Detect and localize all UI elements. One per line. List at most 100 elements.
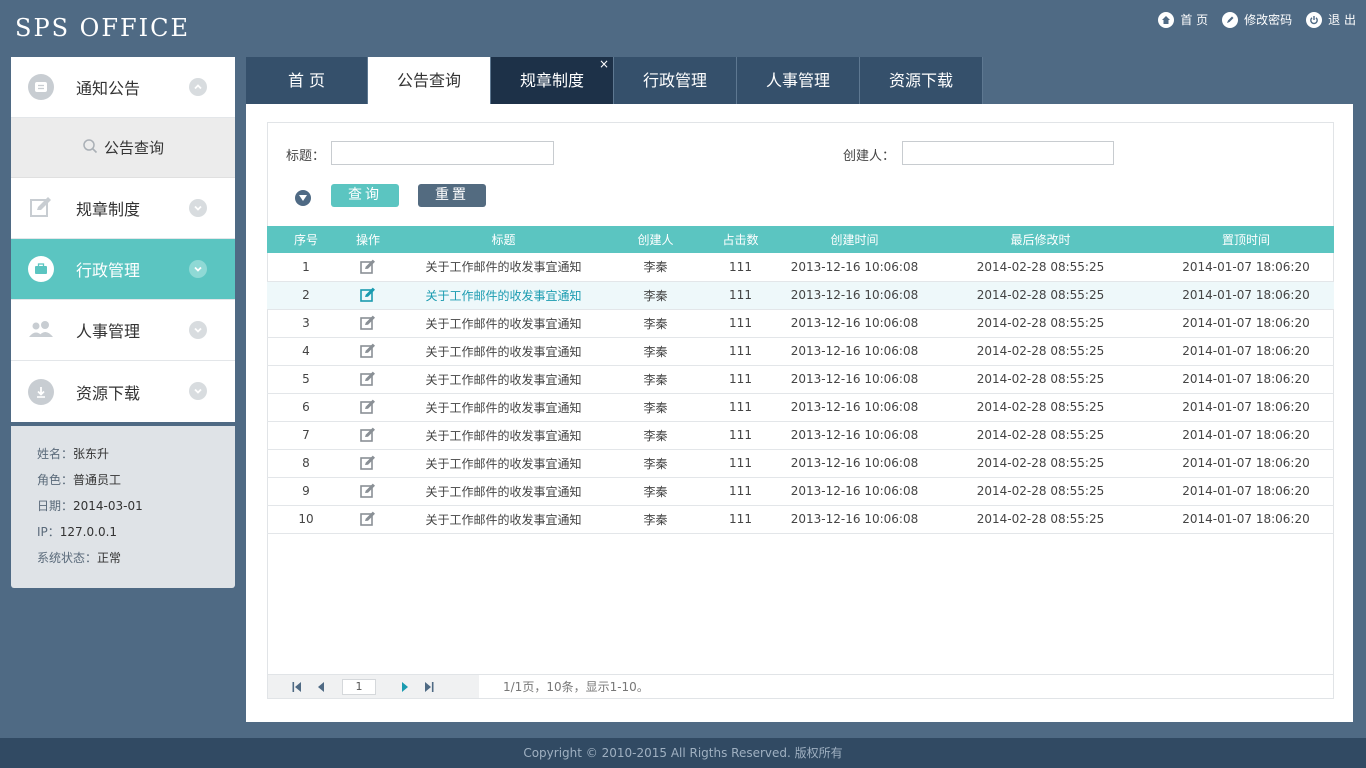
tab-downloads[interactable]: 资源下载 [860, 57, 983, 104]
cell-clicks: 111 [695, 281, 786, 310]
table-row[interactable]: 4 关于工作邮件的收发事宜通知 李秦 111 2013-12-16 10:06:08 20… [267, 337, 1334, 366]
table-row[interactable]: 10 关于工作邮件的收发事宜通知 李秦 111 2013-12-16 10:06:08 2… [267, 505, 1334, 534]
cell-created-time: 2013-12-16 10:06:08 [786, 365, 923, 394]
creator-label: 创建人： [843, 149, 896, 164]
home-icon [1158, 11, 1175, 28]
notice-table: 序号 操作 标题 创建人 占击数 创建时间 最后修改时 置顶时间 1 关于工作邮件… [267, 226, 1334, 534]
user-name: 姓名：张东升 [37, 447, 110, 461]
prev-page-icon[interactable] [314, 680, 328, 694]
cell-clicks: 111 [695, 505, 786, 534]
sidebar-subitem-notice-search[interactable]: 公告查询 [11, 118, 235, 178]
chevron-down-icon[interactable] [189, 260, 207, 278]
edit-icon[interactable] [360, 455, 376, 471]
table-row[interactable]: 8 关于工作邮件的收发事宜通知 李秦 111 2013-12-16 10:06:08 20… [267, 449, 1334, 478]
chevron-down-icon[interactable] [189, 321, 207, 339]
cell-title[interactable]: 关于工作邮件的收发事宜通知 [391, 421, 616, 450]
column-header[interactable]: 置顶时间 [1158, 226, 1334, 253]
edit-icon[interactable] [360, 399, 376, 415]
edit-icon[interactable] [360, 427, 376, 443]
table-row[interactable]: 2 关于工作邮件的收发事宜通知 李秦 111 2013-12-16 10:06:08 20… [267, 281, 1334, 310]
cell-title[interactable]: 关于工作邮件的收发事宜通知 [391, 309, 616, 338]
cell-title[interactable]: 关于工作邮件的收发事宜通知 [391, 449, 616, 478]
query-button[interactable]: 查询 [331, 184, 399, 207]
edit-icon[interactable] [360, 371, 376, 387]
tab-home[interactable]: 首 页 [246, 57, 368, 104]
edit-icon[interactable] [360, 315, 376, 331]
cell-title[interactable]: 关于工作邮件的收发事宜通知 [391, 365, 616, 394]
cell-title[interactable]: 关于工作邮件的收发事宜通知 [391, 253, 616, 282]
cell-creator: 李秦 [616, 253, 695, 282]
top-link-logout[interactable]: 退 出 [1306, 11, 1356, 28]
power-icon [1306, 11, 1323, 28]
next-page-icon[interactable] [398, 680, 412, 694]
tab-regulations[interactable]: 规章制度 × [491, 57, 614, 104]
chevron-down-icon[interactable] [189, 199, 207, 217]
column-header[interactable]: 占击数 [695, 226, 786, 253]
sidebar-item-downloads[interactable]: 资源下载 [11, 361, 235, 422]
chevron-down-icon[interactable] [189, 382, 207, 400]
table-row[interactable]: 5 关于工作邮件的收发事宜通知 李秦 111 2013-12-16 10:06:08 20… [267, 365, 1334, 394]
cell-modified-time: 2014-02-28 08:55:25 [923, 421, 1158, 450]
column-header[interactable]: 操作 [345, 226, 391, 253]
reset-button[interactable]: 重置 [418, 184, 486, 207]
top-link-home[interactable]: 首 页 [1158, 11, 1208, 28]
column-header[interactable]: 标题 [391, 226, 616, 253]
tab-notice-search[interactable]: 公告查询 [368, 57, 491, 104]
top-links: 首 页 修改密码 退 出 [1158, 11, 1356, 28]
tab-administration[interactable]: 行政管理 [614, 57, 737, 104]
cell-clicks: 111 [695, 393, 786, 422]
tab-bar: 首 页 公告查询 规章制度 × 行政管理 人事管理 资源下载 [246, 57, 983, 104]
table-row[interactable]: 3 关于工作邮件的收发事宜通知 李秦 111 2013-12-16 10:06:08 20… [267, 309, 1334, 338]
cell-title[interactable]: 关于工作邮件的收发事宜通知 [391, 281, 616, 310]
sidebar-item-notices[interactable]: 通知公告 [11, 57, 235, 118]
table-row[interactable]: 6 关于工作邮件的收发事宜通知 李秦 111 2013-12-16 10:06:08 20… [267, 393, 1334, 422]
column-header[interactable]: 序号 [267, 226, 345, 253]
title-input[interactable] [331, 141, 554, 165]
cell-creator: 李秦 [616, 365, 695, 394]
close-icon[interactable]: × [599, 41, 609, 88]
cell-title[interactable]: 关于工作邮件的收发事宜通知 [391, 393, 616, 422]
column-header[interactable]: 创建人 [616, 226, 695, 253]
cell-index: 7 [267, 421, 345, 450]
page-number-input[interactable] [342, 678, 376, 695]
top-link-home-label: 首 页 [1180, 13, 1209, 27]
edit-icon[interactable] [360, 511, 376, 527]
system-status: 系统状态：正常 [37, 551, 122, 565]
tab-label: 规章制度 [519, 71, 584, 90]
cell-created-time: 2013-12-16 10:06:08 [786, 421, 923, 450]
sidebar-item-label: 人事管理 [76, 322, 141, 341]
sidebar-item-hr[interactable]: 人事管理 [11, 300, 235, 361]
cell-creator: 李秦 [616, 309, 695, 338]
table-row[interactable]: 9 关于工作邮件的收发事宜通知 李秦 111 2013-12-16 10:06:08 20… [267, 477, 1334, 506]
sidebar-item-administration[interactable]: 行政管理 [11, 239, 235, 300]
sidebar-item-regulations[interactable]: 规章制度 [11, 178, 235, 239]
chevron-up-icon[interactable] [189, 78, 207, 96]
column-header[interactable]: 创建时间 [786, 226, 923, 253]
user-info-panel: 姓名：张东升 角色：普通员工 日期：2014-03-01 IP：127.0.0.… [11, 426, 235, 588]
first-page-icon[interactable] [290, 680, 304, 694]
expand-toggle-icon[interactable] [295, 190, 311, 206]
edit-icon[interactable] [360, 259, 376, 275]
tab-hr[interactable]: 人事管理 [737, 57, 860, 104]
top-link-change-password[interactable]: 修改密码 [1222, 11, 1292, 28]
cell-clicks: 111 [695, 421, 786, 450]
cell-action [345, 281, 391, 310]
cell-action [345, 449, 391, 478]
edit-icon[interactable] [360, 343, 376, 359]
edit-icon[interactable] [360, 483, 376, 499]
footer-copyright: Copyright © 2010-2015 All Rigths Reserve… [0, 738, 1366, 768]
cell-action [345, 253, 391, 282]
creator-input[interactable] [902, 141, 1114, 165]
cell-title[interactable]: 关于工作邮件的收发事宜通知 [391, 477, 616, 506]
table-row[interactable]: 1 关于工作邮件的收发事宜通知 李秦 111 2013-12-16 10:06:08 20… [267, 253, 1334, 282]
app-logo: SPS OFFICE [15, 14, 191, 42]
download-icon [28, 378, 54, 405]
column-header[interactable]: 最后修改时 [923, 226, 1158, 253]
edit-icon[interactable] [360, 287, 376, 303]
cell-title[interactable]: 关于工作邮件的收发事宜通知 [391, 505, 616, 534]
cell-clicks: 111 [695, 365, 786, 394]
table-row[interactable]: 7 关于工作邮件的收发事宜通知 李秦 111 2013-12-16 10:06:08 20… [267, 421, 1334, 450]
cell-title[interactable]: 关于工作邮件的收发事宜通知 [391, 337, 616, 366]
cell-creator: 李秦 [616, 449, 695, 478]
last-page-icon[interactable] [422, 680, 436, 694]
